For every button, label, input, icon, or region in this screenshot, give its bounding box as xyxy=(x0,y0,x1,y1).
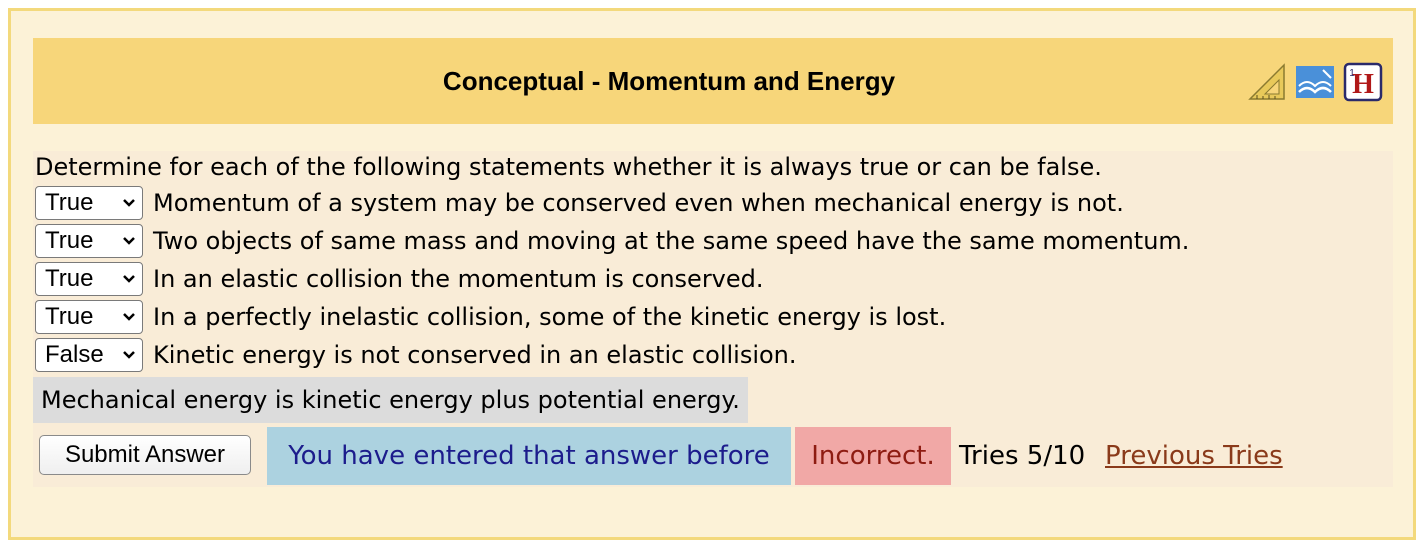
chevron-down-icon xyxy=(123,199,135,207)
statement-row: True In a perfectly inelastic collision,… xyxy=(35,299,946,335)
svg-text:1: 1 xyxy=(1349,68,1355,79)
submit-answer-button[interactable]: Submit Answer xyxy=(39,435,251,475)
select-value: True xyxy=(45,227,94,254)
chevron-down-icon xyxy=(123,313,135,321)
statement-text: Two objects of same mass and moving at t… xyxy=(153,227,1190,255)
statement-row: True Momentum of a system may be conserv… xyxy=(35,185,1124,221)
statement-row: True In an elastic collision the momentu… xyxy=(35,261,764,297)
problem-header: Conceptual - Momentum and Energy H 1 xyxy=(33,38,1393,124)
select-value: True xyxy=(45,265,94,292)
select-value: False xyxy=(45,341,104,368)
select-value: True xyxy=(45,303,94,330)
answer-select[interactable]: True xyxy=(35,300,143,334)
statement-row: False Kinetic energy is not conserved in… xyxy=(35,337,797,373)
chevron-down-icon xyxy=(123,275,135,283)
previous-answer-message: You have entered that answer before xyxy=(267,427,791,485)
answer-select[interactable]: False xyxy=(35,338,143,372)
tries-counter: Tries 5/10 xyxy=(959,441,1086,471)
problem-panel: Conceptual - Momentum and Energy H 1 Det… xyxy=(8,8,1416,540)
ruler-triangle-icon[interactable] xyxy=(1247,62,1287,102)
answer-select[interactable]: True xyxy=(35,224,143,258)
problem-prompt: Determine for each of the following stat… xyxy=(35,153,1102,181)
answer-select[interactable]: True xyxy=(35,262,143,296)
previous-tries-link[interactable]: Previous Tries xyxy=(1105,427,1283,485)
statement-text: In an elastic collision the momentum is … xyxy=(153,265,764,293)
statement-text: Kinetic energy is not conserved in an el… xyxy=(153,341,797,369)
select-value: True xyxy=(45,189,94,216)
answer-select[interactable]: True xyxy=(35,186,143,220)
statement-text: In a perfectly inelastic collision, some… xyxy=(153,303,947,331)
chevron-down-icon xyxy=(123,351,135,359)
help-h-icon[interactable]: H 1 xyxy=(1343,62,1383,102)
open-book-icon[interactable] xyxy=(1295,62,1335,102)
statement-text: Momentum of a system may be conserved ev… xyxy=(153,189,1124,217)
header-icons: H 1 xyxy=(1247,62,1383,102)
chevron-down-icon xyxy=(123,237,135,245)
svg-text:H: H xyxy=(1352,69,1374,100)
statement-row: True Two objects of same mass and moving… xyxy=(35,223,1189,259)
problem-content: Determine for each of the following stat… xyxy=(33,151,1393,487)
result-badge: Incorrect. xyxy=(795,427,951,485)
hint-message: Mechanical energy is kinetic energy plus… xyxy=(33,377,748,423)
problem-title: Conceptual - Momentum and Energy xyxy=(442,66,896,96)
